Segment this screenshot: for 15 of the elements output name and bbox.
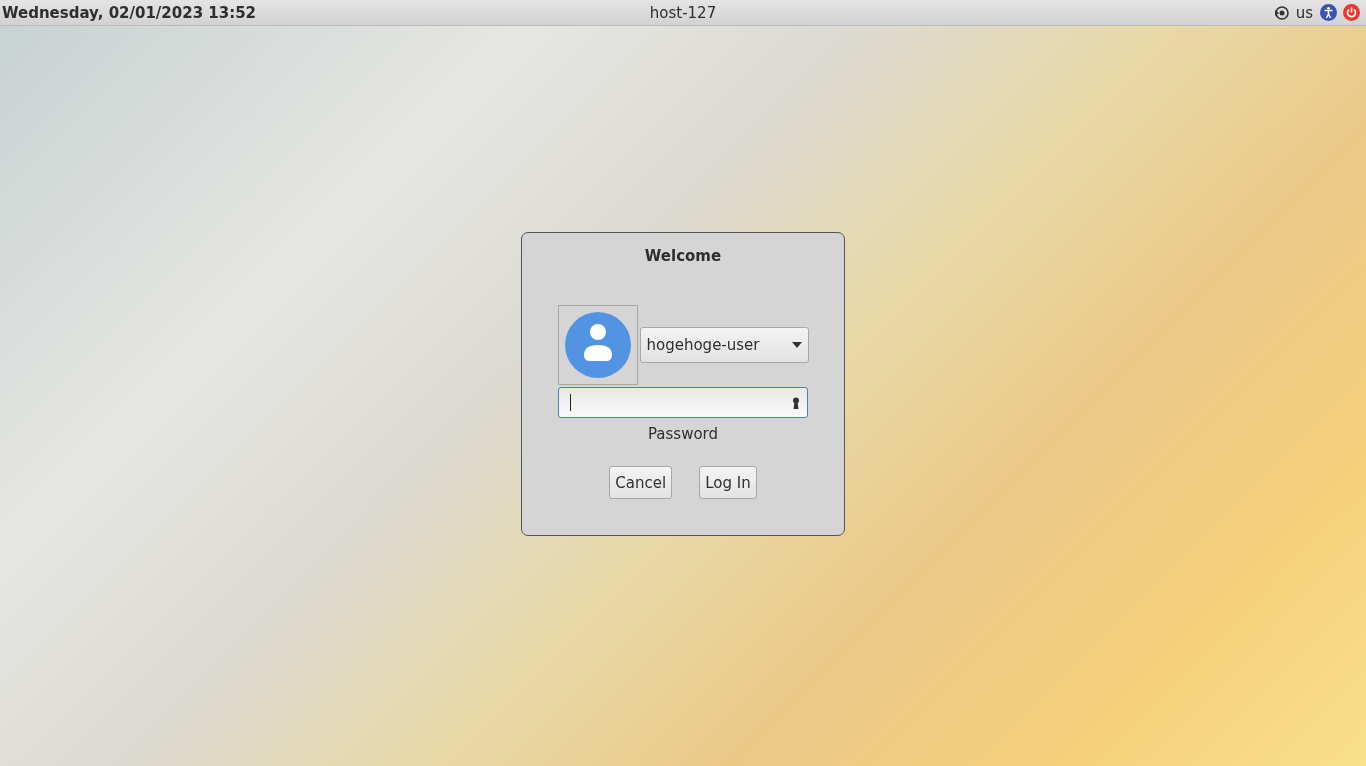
keyboard-layout[interactable]: us — [1295, 3, 1313, 22]
date-time: Wednesday, 02/01/2023 13:52 — [1, 3, 257, 22]
dialog-button[interactable]: Cancel — [609, 466, 673, 499]
dialog-title: Welcome — [644, 247, 722, 265]
hostname: host-127 — [649, 3, 717, 22]
power-icon[interactable] — [1343, 4, 1360, 21]
accessibility-icon[interactable] — [1320, 4, 1337, 21]
password-field[interactable] — [558, 387, 808, 418]
caret-icon — [791, 342, 802, 348]
keyhole-icon — [792, 396, 800, 409]
user-avatar-icon — [563, 311, 632, 379]
password-label: Password — [647, 425, 719, 443]
session-icon[interactable] — [1273, 4, 1290, 21]
user-dropdown[interactable]: hogehoge-user — [639, 327, 809, 363]
dialog-button[interactable]: Log In — [699, 466, 757, 499]
